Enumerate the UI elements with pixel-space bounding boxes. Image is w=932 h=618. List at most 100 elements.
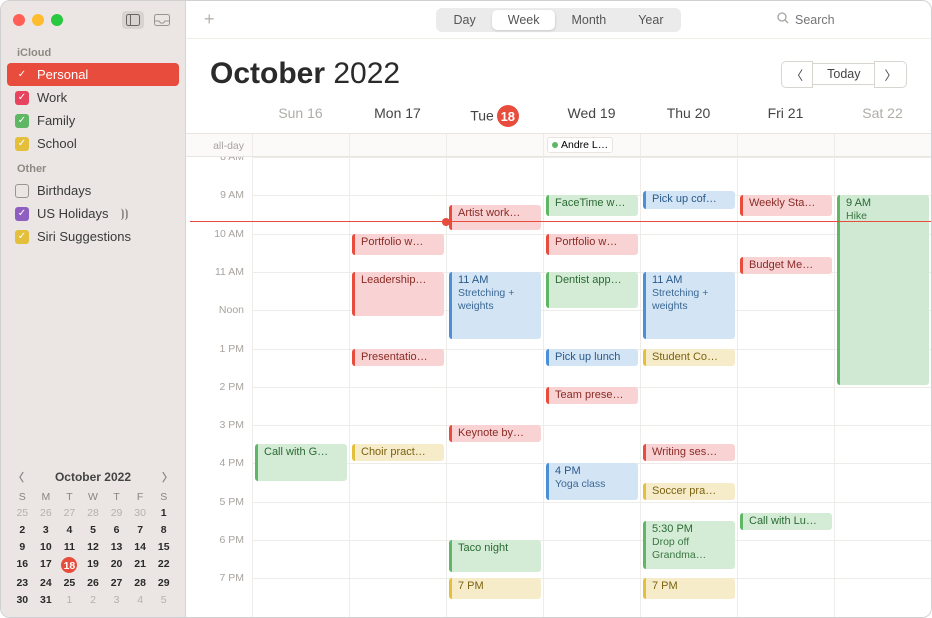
event[interactable]: Budget Me… bbox=[740, 257, 832, 274]
event[interactable]: Keynote by… bbox=[449, 425, 541, 442]
day-header[interactable]: Sun 16 bbox=[252, 97, 349, 133]
mini-day[interactable]: 24 bbox=[35, 576, 58, 590]
view-month[interactable]: Month bbox=[555, 10, 622, 30]
mini-day[interactable]: 1 bbox=[152, 506, 175, 520]
mini-day[interactable]: 26 bbox=[82, 576, 105, 590]
checkbox-icon[interactable]: ✓ bbox=[15, 230, 29, 244]
mini-day[interactable]: 27 bbox=[58, 506, 81, 520]
event[interactable]: 9 AMHike bbox=[837, 195, 929, 385]
event[interactable]: Choir pract… bbox=[352, 444, 444, 461]
checkbox-icon[interactable] bbox=[15, 184, 29, 198]
mini-day[interactable]: 30 bbox=[129, 506, 152, 520]
day-header[interactable]: Thu 20 bbox=[640, 97, 737, 133]
checkbox-icon[interactable]: ✓ bbox=[15, 137, 29, 151]
mini-day[interactable]: 8 bbox=[152, 523, 175, 537]
calendar-list-item[interactable]: Birthdays bbox=[1, 179, 185, 202]
mini-day[interactable]: 28 bbox=[82, 506, 105, 520]
mini-day[interactable]: 9 bbox=[11, 540, 34, 554]
mini-day[interactable]: 5 bbox=[82, 523, 105, 537]
mini-day[interactable]: 17 bbox=[35, 557, 58, 573]
event[interactable]: Leadership… bbox=[352, 272, 444, 316]
day-column[interactable]: Portfolio w… Leadership… Presentatio… Choir… bbox=[349, 157, 446, 617]
mini-day[interactable]: 5 bbox=[152, 593, 175, 607]
event[interactable]: Student Co… bbox=[643, 349, 735, 366]
mini-day[interactable]: 2 bbox=[11, 523, 34, 537]
sidebar-toggle-icon[interactable] bbox=[122, 11, 144, 29]
day-column[interactable]: Pick up cof…11 AMStretching + weightsStu… bbox=[640, 157, 737, 617]
calendar-list-item[interactable]: ✓Personal bbox=[7, 63, 179, 86]
mini-day[interactable]: 22 bbox=[152, 557, 175, 573]
day-header[interactable]: Sat 22 bbox=[834, 97, 931, 133]
event[interactable]: Taco night bbox=[449, 540, 541, 572]
day-column[interactable]: 9 AMHike bbox=[834, 157, 931, 617]
event[interactable]: 11 AMStretching + weights bbox=[449, 272, 541, 339]
mini-day[interactable]: 16 bbox=[11, 557, 34, 573]
search-input[interactable] bbox=[795, 13, 911, 27]
view-day[interactable]: Day bbox=[438, 10, 492, 30]
allday-cell[interactable] bbox=[252, 134, 349, 156]
event[interactable]: 5:30 PMDrop off Grandma… bbox=[643, 521, 735, 569]
mini-next-icon[interactable]: 〉 bbox=[162, 469, 173, 485]
event[interactable]: 7 PM bbox=[449, 578, 541, 599]
calendar-list-item[interactable]: ✓School bbox=[1, 132, 185, 155]
mini-day[interactable]: 28 bbox=[129, 576, 152, 590]
mini-day[interactable]: 23 bbox=[11, 576, 34, 590]
checkbox-icon[interactable]: ✓ bbox=[15, 91, 29, 105]
event[interactable]: Portfolio w… bbox=[352, 234, 444, 255]
mini-day[interactable]: 18 bbox=[61, 557, 77, 573]
event[interactable]: Pick up lunch bbox=[546, 349, 638, 366]
today-button[interactable]: Today bbox=[813, 63, 874, 85]
day-header[interactable]: Tue18 bbox=[446, 97, 543, 133]
allday-cell[interactable] bbox=[737, 134, 834, 156]
mini-day[interactable]: 6 bbox=[105, 523, 128, 537]
close-icon[interactable] bbox=[13, 14, 25, 26]
mini-day[interactable]: 7 bbox=[129, 523, 152, 537]
inbox-icon[interactable] bbox=[151, 11, 173, 29]
calendar-list-item[interactable]: ✓Siri Suggestions bbox=[1, 225, 185, 248]
allday-event[interactable]: Andre L… bbox=[547, 137, 613, 153]
mini-day[interactable]: 1 bbox=[58, 593, 81, 607]
checkbox-icon[interactable]: ✓ bbox=[15, 114, 29, 128]
mini-day[interactable]: 29 bbox=[152, 576, 175, 590]
mini-day[interactable]: 11 bbox=[58, 540, 81, 554]
mini-day[interactable]: 19 bbox=[82, 557, 105, 573]
event[interactable]: Weekly Sta… bbox=[740, 195, 832, 216]
mini-day[interactable]: 15 bbox=[152, 540, 175, 554]
search-field[interactable] bbox=[769, 8, 919, 32]
view-week[interactable]: Week bbox=[492, 10, 556, 30]
day-header[interactable]: Fri 21 bbox=[737, 97, 834, 133]
calendar-list-item[interactable]: ✓US Holidays⦘⦘ bbox=[1, 202, 185, 225]
mini-day[interactable]: 3 bbox=[35, 523, 58, 537]
event[interactable]: 4 PMYoga class bbox=[546, 463, 638, 499]
day-column[interactable]: FaceTime w…Portfolio w…Dentist app…Pick … bbox=[543, 157, 640, 617]
prev-week-button[interactable]: 〈 bbox=[781, 61, 814, 88]
add-event-button[interactable]: + bbox=[198, 9, 221, 30]
minimize-icon[interactable] bbox=[32, 14, 44, 26]
mini-day[interactable]: 2 bbox=[82, 593, 105, 607]
allday-cell[interactable] bbox=[446, 134, 543, 156]
event[interactable]: Team prese… bbox=[546, 387, 638, 404]
mini-day[interactable]: 26 bbox=[35, 506, 58, 520]
event[interactable]: Presentatio… bbox=[352, 349, 444, 366]
allday-cell[interactable] bbox=[640, 134, 737, 156]
event[interactable]: Call with Lu… bbox=[740, 513, 832, 530]
event[interactable]: Pick up cof… bbox=[643, 191, 735, 208]
mini-day[interactable]: 31 bbox=[35, 593, 58, 607]
mini-day[interactable]: 20 bbox=[105, 557, 128, 573]
event[interactable]: Artist work… bbox=[449, 205, 541, 230]
mini-day[interactable]: 14 bbox=[129, 540, 152, 554]
mini-day[interactable]: 10 bbox=[35, 540, 58, 554]
calendar-list-item[interactable]: ✓Family bbox=[1, 109, 185, 132]
mini-day[interactable]: 12 bbox=[82, 540, 105, 554]
zoom-icon[interactable] bbox=[51, 14, 63, 26]
day-column[interactable]: Artist work… 11 AMStretching + weights Key… bbox=[446, 157, 543, 617]
day-column[interactable]: Weekly Sta… Budget Me… Call with Lu… bbox=[737, 157, 834, 617]
mini-day[interactable]: 25 bbox=[58, 576, 81, 590]
day-header[interactable]: Wed 19 bbox=[543, 97, 640, 133]
checkbox-icon[interactable]: ✓ bbox=[15, 207, 29, 221]
mini-day[interactable]: 3 bbox=[105, 593, 128, 607]
mini-day[interactable]: 29 bbox=[105, 506, 128, 520]
event[interactable]: Portfolio w… bbox=[546, 234, 638, 255]
event[interactable]: Call with G… bbox=[255, 444, 347, 480]
event[interactable]: FaceTime w… bbox=[546, 195, 638, 216]
